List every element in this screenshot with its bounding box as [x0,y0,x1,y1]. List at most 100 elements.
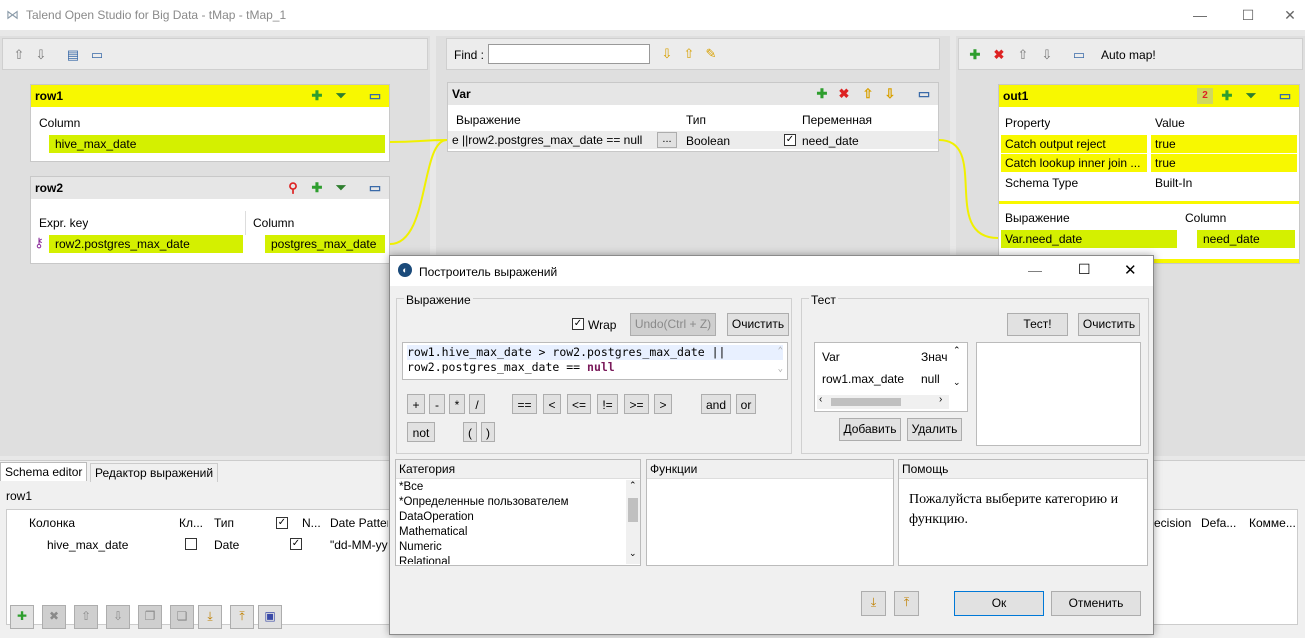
save-button[interactable]: ▣ [258,605,282,629]
test-group-label: Тест [809,292,838,308]
cancel-button[interactable]: Отменить [1051,591,1141,616]
undo-button[interactable]: Undo(Ctrl + Z) [630,313,716,336]
expression-line-2-code: row2.postgres_max_date == [407,360,588,374]
schema-row-label: row1 [6,489,33,503]
test-clear-button[interactable]: Очистить [1078,313,1140,336]
category-panel: Категория *Все *Определенные пользовател… [395,459,641,566]
test-value-header: Знач [921,350,948,364]
op-plus-button[interactable]: + [407,394,425,414]
dialog-maximize-button[interactable]: ☐ [1078,261,1091,278]
op-ne-button[interactable]: != [597,394,618,414]
move-down-button[interactable]: ⇩ [106,605,130,629]
op-close-paren-button[interactable]: ) [481,422,495,442]
category-item[interactable]: *Определенные пользователем [396,495,624,510]
talend-logo-icon: ◐ [398,263,412,277]
test-value-cell[interactable]: null [921,371,940,387]
import-button[interactable]: ⤓ [198,605,222,629]
schema-cell-type[interactable]: Date [214,537,239,553]
export-expression-button[interactable]: ⤒ [894,591,919,616]
dialog-title: Построитель выражений [419,265,558,279]
test-result-box [976,342,1141,446]
import-expression-button[interactable]: ⤓ [861,591,886,616]
col-header-nullable: N... [302,516,321,530]
add-variable-button[interactable]: Добавить [839,418,901,441]
add-column-button[interactable]: ✚ [10,605,34,629]
schema-cell-name[interactable]: hive_max_date [47,537,128,553]
scroll-thumb[interactable] [628,498,638,522]
scroll-right-icon[interactable]: › [939,394,942,405]
category-item[interactable]: Mathematical [396,525,624,540]
category-header: Категория [396,460,640,479]
scroll-up-icon[interactable]: ⌃ [953,345,961,356]
nullable-checkbox[interactable]: ✓ [290,538,302,550]
col-header-precision: ecision [1154,516,1192,530]
op-multiply-button[interactable]: * [449,394,465,414]
category-list[interactable]: *Все *Определенные пользователем DataOpe… [396,480,624,564]
test-variables-table: Var Знач row1.max_date null ‹ › ⌃ ⌄ [814,342,968,412]
op-lt-button[interactable]: < [543,394,561,414]
remove-column-button[interactable]: ✖ [42,605,66,629]
dialog-minimize-button[interactable]: — [1028,262,1042,278]
remove-variable-button[interactable]: Удалить [907,418,962,441]
scroll-up-icon[interactable]: ⌃ [629,480,637,491]
col-header-default: Defa... [1201,516,1237,530]
dialog-titlebar: ◐ Построитель выражений — ☐ ✕ [390,256,1153,286]
test-var-cell[interactable]: row1.max_date [822,371,904,387]
scroll-up-icon[interactable]: ⌃ [778,344,783,359]
expression-group-label: Выражение [404,292,473,308]
help-text: Пожалуйста выберите категорию и функцию. [909,492,1119,527]
dialog-close-button[interactable]: ✕ [1124,261,1137,279]
category-item[interactable]: Relational [396,555,624,564]
expression-line-1: row1.hive_max_date > row2.postgres_max_d… [407,345,783,360]
scroll-down-icon[interactable]: ⌄ [778,362,783,377]
op-minus-button[interactable]: - [429,394,445,414]
null-keyword: null [587,360,615,374]
col-header-date-pattern: Date Patter [330,516,388,530]
help-header: Помощь [899,460,1147,479]
op-or-button[interactable]: or [736,394,756,414]
op-and-button[interactable]: and [701,394,731,414]
clear-expression-button[interactable]: Очистить [727,313,789,336]
schema-cell-pattern[interactable]: "dd-MM-yy [330,537,388,553]
export-button[interactable]: ⤒ [230,605,254,629]
key-checkbox[interactable] [185,538,197,550]
link-row1-var [389,139,448,143]
nullable-all-checkbox[interactable]: ✓ [276,517,288,529]
col-header-comment: Комме... [1249,516,1296,530]
wrap-label: Wrap [588,318,617,332]
link-row2-var [389,139,448,245]
scroll-down-icon[interactable]: ⌄ [953,377,961,388]
expression-builder-dialog: ◐ Построитель выражений — ☐ ✕ Выражение … [389,255,1154,635]
test-table-hscroll[interactable]: ‹ › [817,394,949,409]
col-header-name: Колонка [29,516,76,530]
op-ge-button[interactable]: >= [624,394,649,414]
category-item[interactable]: *Все [396,480,624,495]
scroll-thumb[interactable] [831,398,901,406]
category-item[interactable]: DataOperation [396,510,624,525]
functions-panel: Функции [646,459,894,566]
op-le-button[interactable]: <= [567,394,591,414]
tab-expression-editor[interactable]: Редактор выражений [90,463,219,482]
link-var-out [938,139,999,239]
category-item[interactable]: Numeric [396,540,624,555]
wrap-checkbox[interactable]: ✓ [572,318,584,330]
move-up-button[interactable]: ⇧ [74,605,98,629]
scroll-left-icon[interactable]: ‹ [819,394,822,405]
test-var-header: Var [822,350,840,364]
test-button[interactable]: Тест! [1007,313,1068,336]
ok-button[interactable]: Ок [954,591,1044,616]
op-equals-button[interactable]: == [512,394,537,414]
tab-schema-editor[interactable]: Schema editor [0,462,88,481]
expression-line-2: row2.postgres_max_date == null [407,360,783,375]
col-header-key: Кл... [179,516,203,530]
help-panel: Помощь Пожалуйста выберите категорию и ф… [898,459,1148,566]
op-gt-button[interactable]: > [654,394,672,414]
op-not-button[interactable]: not [407,422,435,442]
copy-button[interactable]: ❐ [138,605,162,629]
category-scrollbar[interactable]: ⌃ ⌄ [626,480,640,564]
expression-editor[interactable]: row1.hive_max_date > row2.postgres_max_d… [402,342,788,380]
paste-button[interactable]: ❏ [170,605,194,629]
scroll-down-icon[interactable]: ⌄ [629,548,637,559]
op-open-paren-button[interactable]: ( [463,422,477,442]
op-divide-button[interactable]: / [469,394,485,414]
